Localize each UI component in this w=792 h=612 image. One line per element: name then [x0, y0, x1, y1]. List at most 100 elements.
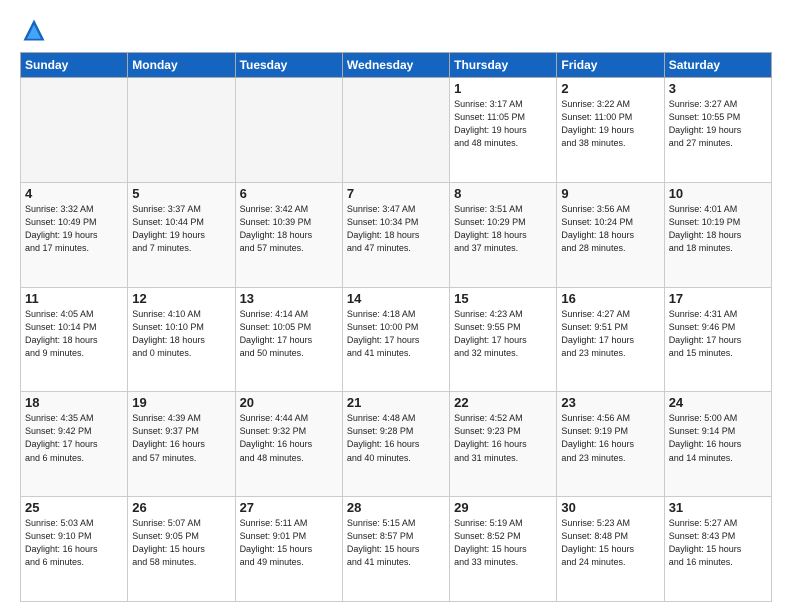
day-number: 9	[561, 186, 659, 201]
day-info: Sunrise: 3:32 AM Sunset: 10:49 PM Daylig…	[25, 203, 123, 255]
table-row: 2 Sunrise: 3:22 AM Sunset: 11:00 PM Dayli…	[557, 78, 664, 183]
day-info: Sunrise: 3:51 AM Sunset: 10:29 PM Daylig…	[454, 203, 552, 255]
day-number: 10	[669, 186, 767, 201]
table-row: 28Sunrise: 5:15 AM Sunset: 8:57 PM Dayli…	[342, 497, 449, 602]
day-info: Sunrise: 3:42 AM Sunset: 10:39 PM Daylig…	[240, 203, 338, 255]
weekday-header-friday: Friday	[557, 53, 664, 78]
table-row: 13 Sunrise: 4:14 AM Sunset: 10:05 PM Dayl…	[235, 287, 342, 392]
day-info: Sunrise: 4:10 AM Sunset: 10:10 PM Daylig…	[132, 308, 230, 360]
table-row	[128, 78, 235, 183]
table-row: 21 Sunrise: 4:48 AM Sunset: 9:28 PM Dayli…	[342, 392, 449, 497]
day-number: 1	[454, 81, 552, 96]
page: SundayMondayTuesdayWednesdayThursdayFrid…	[0, 0, 792, 612]
weekday-header-thursday: Thursday	[450, 53, 557, 78]
day-info: Sunrise: 3:17 AM Sunset: 11:05 PM Daylig…	[454, 98, 552, 150]
day-number: 12	[132, 291, 230, 306]
table-row: 25Sunrise: 5:03 AM Sunset: 9:10 PM Dayli…	[21, 497, 128, 602]
header	[20, 16, 772, 44]
day-number: 27	[240, 500, 338, 515]
table-row: 8 Sunrise: 3:51 AM Sunset: 10:29 PM Dayli…	[450, 182, 557, 287]
day-info: Sunrise: 3:37 AM Sunset: 10:44 PM Daylig…	[132, 203, 230, 255]
day-info: Sunrise: 3:27 AM Sunset: 10:55 PM Daylig…	[669, 98, 767, 150]
table-row: 11 Sunrise: 4:05 AM Sunset: 10:14 PM Dayl…	[21, 287, 128, 392]
table-row	[342, 78, 449, 183]
table-row: 15 Sunrise: 4:23 AM Sunset: 9:55 PM Dayli…	[450, 287, 557, 392]
table-row: 26 Sunrise: 5:07 AM Sunset: 9:05 PM Dayli…	[128, 497, 235, 602]
calendar-week-row: 11 Sunrise: 4:05 AM Sunset: 10:14 PM Dayl…	[21, 287, 772, 392]
table-row	[21, 78, 128, 183]
weekday-header-saturday: Saturday	[664, 53, 771, 78]
weekday-header-wednesday: Wednesday	[342, 53, 449, 78]
day-info: Sunrise: 4:01 AM Sunset: 10:19 PM Daylig…	[669, 203, 767, 255]
day-info: Sunrise: 3:22 AM Sunset: 11:00 PM Daylig…	[561, 98, 659, 150]
day-number: 19	[132, 395, 230, 410]
day-info: Sunrise: 4:27 AM Sunset: 9:51 PM Dayligh…	[561, 308, 659, 360]
calendar-week-row: 18 Sunrise: 4:35 AM Sunset: 9:42 PM Dayli…	[21, 392, 772, 497]
calendar-week-row: 1 Sunrise: 3:17 AM Sunset: 11:05 PM Dayli…	[21, 78, 772, 183]
table-row: 24Sunrise: 5:00 AM Sunset: 9:14 PM Dayli…	[664, 392, 771, 497]
table-row: 20 Sunrise: 4:44 AM Sunset: 9:32 PM Dayli…	[235, 392, 342, 497]
day-number: 26	[132, 500, 230, 515]
day-info: Sunrise: 5:27 AM Sunset: 8:43 PM Dayligh…	[669, 517, 767, 569]
day-number: 15	[454, 291, 552, 306]
table-row: 10 Sunrise: 4:01 AM Sunset: 10:19 PM Dayl…	[664, 182, 771, 287]
day-info: Sunrise: 5:23 AM Sunset: 8:48 PM Dayligh…	[561, 517, 659, 569]
day-info: Sunrise: 5:07 AM Sunset: 9:05 PM Dayligh…	[132, 517, 230, 569]
day-number: 24	[669, 395, 767, 410]
day-number: 14	[347, 291, 445, 306]
day-number: 13	[240, 291, 338, 306]
day-number: 23	[561, 395, 659, 410]
table-row: 23 Sunrise: 4:56 AM Sunset: 9:19 PM Dayli…	[557, 392, 664, 497]
day-info: Sunrise: 4:44 AM Sunset: 9:32 PM Dayligh…	[240, 412, 338, 464]
day-number: 20	[240, 395, 338, 410]
day-info: Sunrise: 4:18 AM Sunset: 10:00 PM Daylig…	[347, 308, 445, 360]
table-row: 1 Sunrise: 3:17 AM Sunset: 11:05 PM Dayli…	[450, 78, 557, 183]
day-info: Sunrise: 4:05 AM Sunset: 10:14 PM Daylig…	[25, 308, 123, 360]
table-row: 5 Sunrise: 3:37 AM Sunset: 10:44 PM Dayli…	[128, 182, 235, 287]
day-info: Sunrise: 3:56 AM Sunset: 10:24 PM Daylig…	[561, 203, 659, 255]
day-number: 18	[25, 395, 123, 410]
table-row: 14 Sunrise: 4:18 AM Sunset: 10:00 PM Dayl…	[342, 287, 449, 392]
table-row	[235, 78, 342, 183]
day-number: 25	[25, 500, 123, 515]
calendar: SundayMondayTuesdayWednesdayThursdayFrid…	[20, 52, 772, 602]
day-number: 22	[454, 395, 552, 410]
day-number: 2	[561, 81, 659, 96]
calendar-week-row: 4Sunrise: 3:32 AM Sunset: 10:49 PM Dayli…	[21, 182, 772, 287]
table-row: 7 Sunrise: 3:47 AM Sunset: 10:34 PM Dayli…	[342, 182, 449, 287]
day-number: 17	[669, 291, 767, 306]
logo-icon	[20, 16, 48, 44]
weekday-header-monday: Monday	[128, 53, 235, 78]
table-row: 22Sunrise: 4:52 AM Sunset: 9:23 PM Dayli…	[450, 392, 557, 497]
day-info: Sunrise: 4:23 AM Sunset: 9:55 PM Dayligh…	[454, 308, 552, 360]
table-row: 18 Sunrise: 4:35 AM Sunset: 9:42 PM Dayli…	[21, 392, 128, 497]
day-number: 8	[454, 186, 552, 201]
day-info: Sunrise: 4:14 AM Sunset: 10:05 PM Daylig…	[240, 308, 338, 360]
table-row: 29Sunrise: 5:19 AM Sunset: 8:52 PM Dayli…	[450, 497, 557, 602]
table-row: 27 Sunrise: 5:11 AM Sunset: 9:01 PM Dayli…	[235, 497, 342, 602]
day-number: 29	[454, 500, 552, 515]
day-info: Sunrise: 5:15 AM Sunset: 8:57 PM Dayligh…	[347, 517, 445, 569]
logo	[20, 16, 52, 44]
day-number: 5	[132, 186, 230, 201]
table-row: 9 Sunrise: 3:56 AM Sunset: 10:24 PM Dayli…	[557, 182, 664, 287]
table-row: 31 Sunrise: 5:27 AM Sunset: 8:43 PM Dayli…	[664, 497, 771, 602]
day-number: 30	[561, 500, 659, 515]
calendar-week-row: 25Sunrise: 5:03 AM Sunset: 9:10 PM Dayli…	[21, 497, 772, 602]
day-info: Sunrise: 3:47 AM Sunset: 10:34 PM Daylig…	[347, 203, 445, 255]
day-number: 6	[240, 186, 338, 201]
table-row: 19 Sunrise: 4:39 AM Sunset: 9:37 PM Dayli…	[128, 392, 235, 497]
day-info: Sunrise: 4:35 AM Sunset: 9:42 PM Dayligh…	[25, 412, 123, 464]
day-info: Sunrise: 4:39 AM Sunset: 9:37 PM Dayligh…	[132, 412, 230, 464]
table-row: 6 Sunrise: 3:42 AM Sunset: 10:39 PM Dayli…	[235, 182, 342, 287]
weekday-header-sunday: Sunday	[21, 53, 128, 78]
day-info: Sunrise: 5:11 AM Sunset: 9:01 PM Dayligh…	[240, 517, 338, 569]
day-info: Sunrise: 4:31 AM Sunset: 9:46 PM Dayligh…	[669, 308, 767, 360]
day-number: 11	[25, 291, 123, 306]
day-number: 31	[669, 500, 767, 515]
day-info: Sunrise: 4:56 AM Sunset: 9:19 PM Dayligh…	[561, 412, 659, 464]
day-number: 21	[347, 395, 445, 410]
day-number: 7	[347, 186, 445, 201]
day-info: Sunrise: 4:48 AM Sunset: 9:28 PM Dayligh…	[347, 412, 445, 464]
table-row: 12 Sunrise: 4:10 AM Sunset: 10:10 PM Dayl…	[128, 287, 235, 392]
